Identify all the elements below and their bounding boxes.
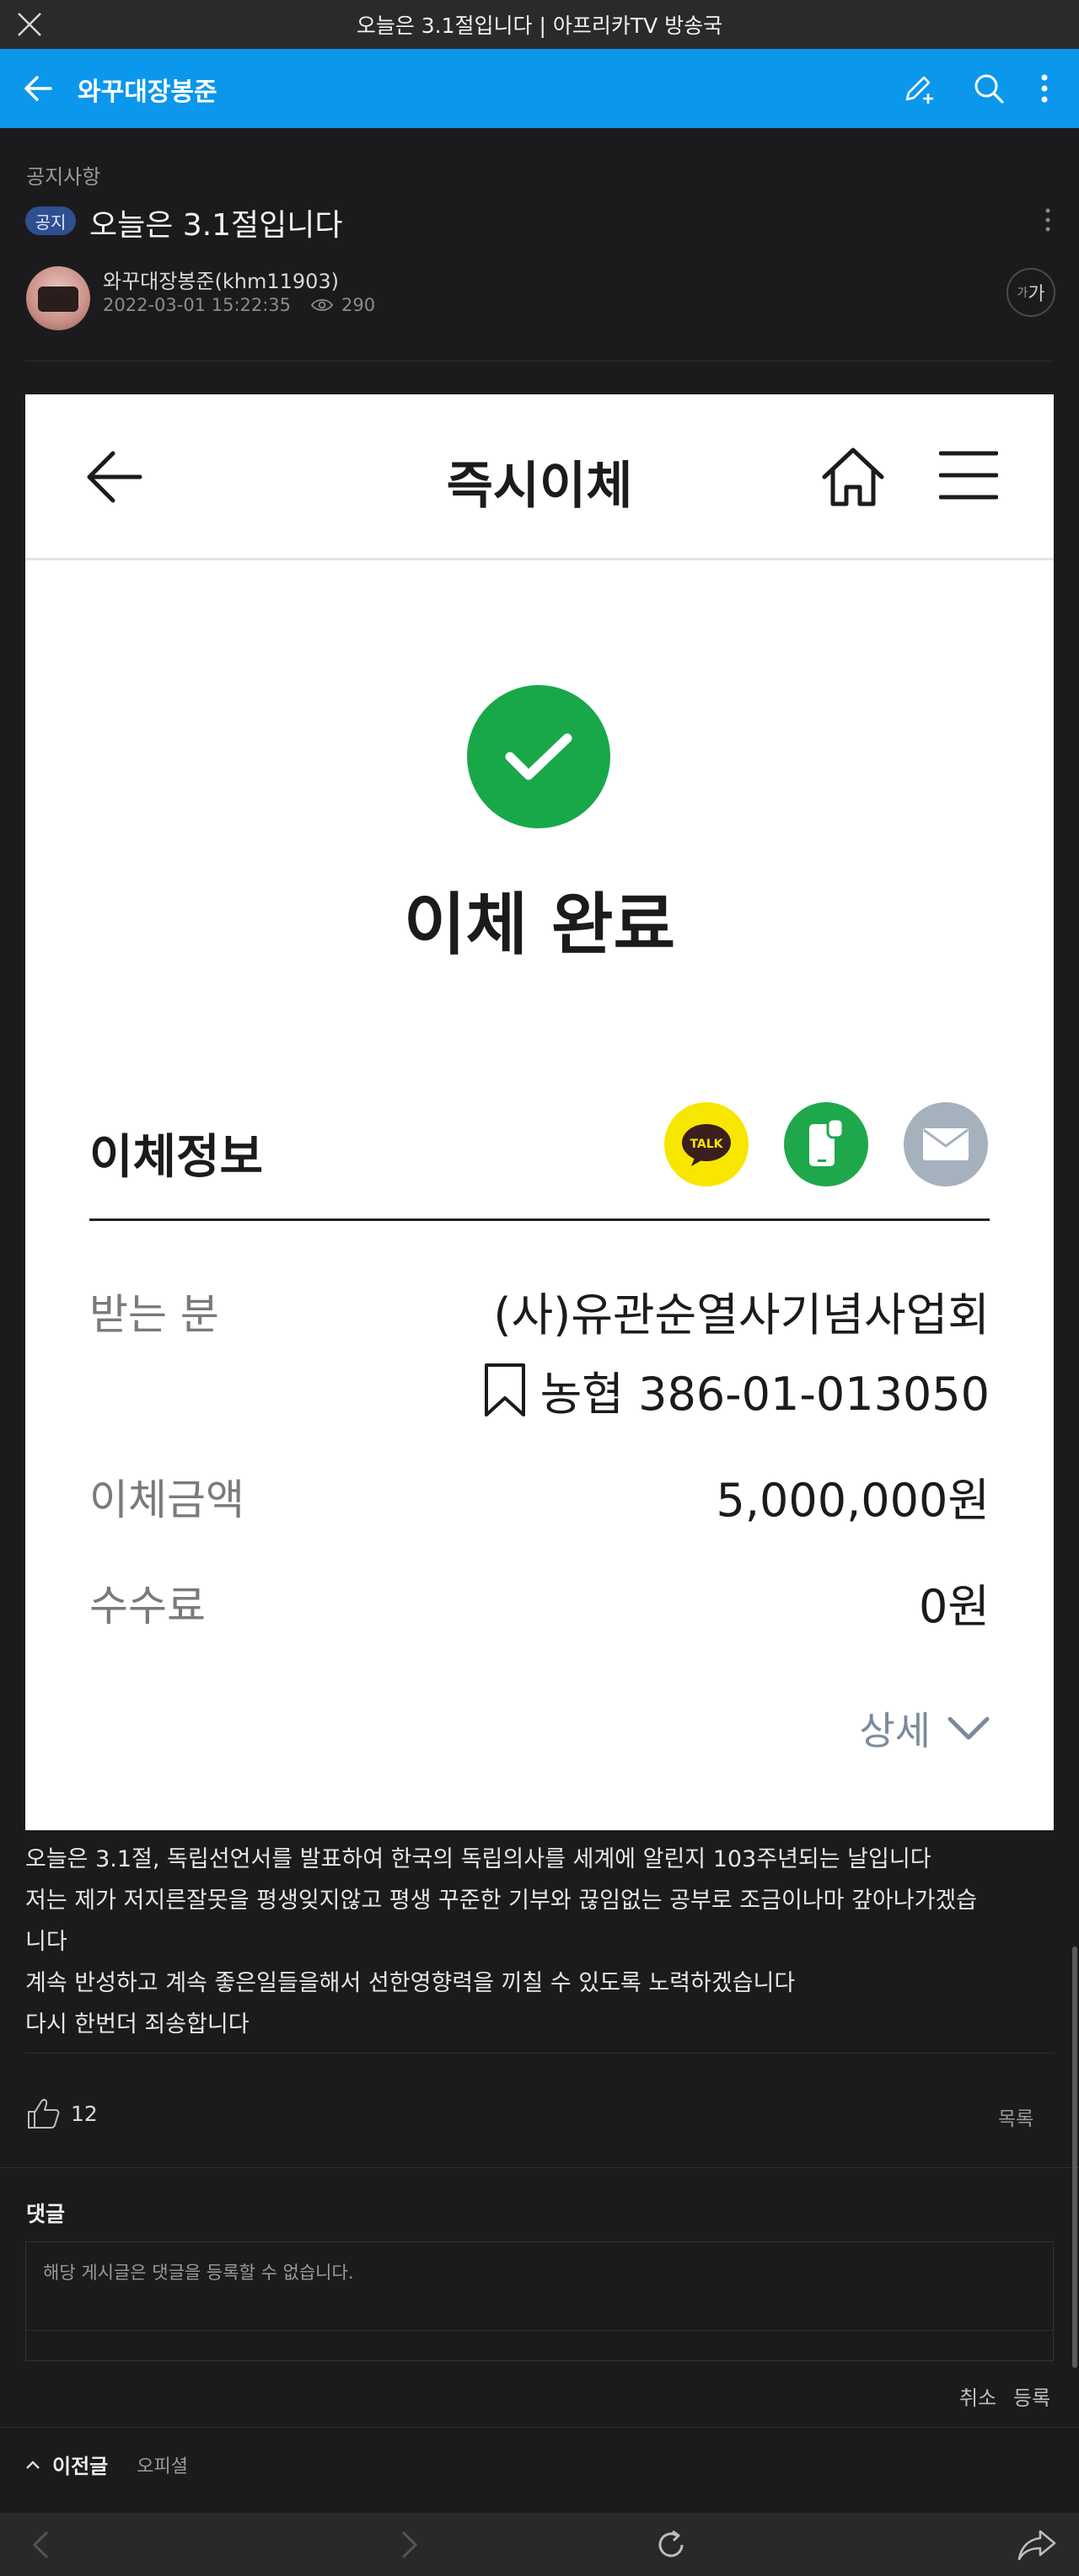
font-size-button[interactable]: 가가 (1007, 268, 1055, 317)
fee-label: 수수료 (89, 1582, 206, 1631)
info-divider (89, 1218, 990, 1221)
recipient-name: (사)유관순열사기념사업회 (493, 1288, 990, 1342)
previous-post-link[interactable]: 이전글 오피셜 (25, 2450, 188, 2479)
notice-badge: 공지 (25, 206, 76, 235)
refresh-icon[interactable] (654, 2528, 688, 2562)
like-button[interactable]: 12 (25, 2097, 98, 2130)
transfer-info-title: 이체정보 (89, 1130, 264, 1185)
transfer-receipt-image: 즉시이체 이체 완료 이체정보 TALK 받는 분 (사)유관순열사기념사업회 … (25, 394, 1054, 1830)
amount-label: 이체금액 (89, 1475, 244, 1524)
bookmark-icon (484, 1363, 525, 1417)
previous-post-label: 이전글 (52, 2455, 109, 2478)
actions-divider (0, 2167, 1079, 2168)
bottom-navbar (0, 2513, 1079, 2576)
view-count: 290 (341, 295, 376, 315)
share-icon[interactable] (1017, 2528, 1057, 2562)
svg-text:TALK: TALK (690, 1138, 723, 1151)
comment-input[interactable]: 해당 게시글은 댓글을 등록할 수 없습니다. (25, 2241, 1054, 2361)
author-avatar[interactable] (26, 266, 90, 330)
comment-cancel-button[interactable]: 취소 (959, 2381, 996, 2411)
app-bar: 와꾸대장봉준 (0, 49, 1079, 128)
comment-box-divider (26, 2330, 1053, 2331)
search-icon[interactable] (971, 71, 1007, 106)
post-datetime: 2022-03-01 15:22:35 (103, 295, 292, 315)
body-divider (25, 2053, 1054, 2054)
previous-post-title: 오피셜 (137, 2456, 188, 2477)
detail-toggle: 상세 (859, 1700, 990, 1756)
chevron-up-icon (26, 2460, 40, 2469)
close-icon[interactable] (15, 10, 44, 39)
post-body-line: 다시 한번더 죄송합니다 (25, 2011, 250, 2038)
mail-icon (904, 1102, 988, 1186)
post-body: 오늘은 3.1절, 독립선언서를 발표하여 한국의 독립의사를 세계에 알린지 … (25, 1839, 1054, 2045)
list-button[interactable]: 목록 (998, 2102, 1033, 2131)
post-body-line: 오늘은 3.1절, 독립선언서를 발표하여 한국의 독립의사를 세계에 알린지 … (25, 1846, 931, 1872)
post-body-line: 계속 반성하고 계속 좋은일들을해서 선한영향력을 끼칠 수 있도록 노력하겠습… (25, 1970, 796, 1996)
like-count: 12 (71, 2101, 98, 2126)
write-pencil-icon[interactable] (900, 71, 936, 106)
author-name[interactable]: 와꾸대장봉준(khm11903) (103, 265, 339, 294)
nav-forward-icon[interactable] (400, 2530, 420, 2560)
scrollbar[interactable] (1072, 1947, 1077, 2368)
amount-value: 5,000,000원 (716, 1474, 990, 1527)
post-body-line: 니다 (25, 1929, 67, 1955)
transfer-status: 이체 완료 (403, 886, 676, 964)
post-meta: 2022-03-01 15:22:35 290 (103, 295, 375, 315)
checkmark-icon (505, 733, 572, 780)
more-vertical-icon[interactable] (1027, 71, 1062, 106)
post-body-line: 저는 제가 저지른잘못을 평생잊지않고 평생 꾸준한 기부와 끊임없는 공부로 … (25, 1888, 978, 1914)
detail-label: 상세 (859, 1708, 931, 1754)
font-size-small-glyph: 가 (1017, 287, 1028, 300)
window-title: 오늘은 3.1절입니다 | 아프리카TV 방송국 (356, 13, 723, 38)
back-arrow-icon[interactable] (22, 72, 54, 104)
views-eye-icon (311, 299, 334, 311)
kakaotalk-icon: TALK (664, 1102, 749, 1186)
comments-title: 댓글 (26, 2202, 66, 2226)
post-title: 오늘은 3.1절입니다 (89, 208, 343, 243)
home-icon (822, 447, 884, 506)
receipt-header: 즉시이체 (25, 394, 1054, 560)
comment-placeholder: 해당 게시글은 댓글을 등록할 수 없습니다. (43, 2263, 354, 2283)
post-more-icon[interactable] (1042, 207, 1054, 233)
recipient-account-row: 농협 386-01-013050 (483, 1357, 990, 1423)
recipient-label: 받는 분 (89, 1290, 219, 1339)
thumbs-up-icon (28, 2098, 60, 2129)
receipt-header-title: 즉시이체 (446, 457, 633, 516)
phone-message-icon (784, 1102, 868, 1186)
chevron-down-icon (947, 1716, 990, 1740)
hamburger-menu-icon (939, 451, 998, 500)
window-titlebar: 오늘은 3.1절입니다 | 아프리카TV 방송국 (0, 0, 1079, 49)
font-size-label: 가 (1028, 284, 1045, 305)
success-badge (467, 685, 610, 828)
comments-divider (0, 2427, 1079, 2428)
fee-value: 0원 (918, 1580, 990, 1633)
board-category[interactable]: 공지사항 (26, 160, 100, 190)
channel-name[interactable]: 와꾸대장봉준 (78, 71, 217, 108)
comment-submit-button[interactable]: 등록 (1013, 2381, 1050, 2411)
nav-back-icon[interactable] (30, 2530, 51, 2560)
recipient-account: 농협 386-01-013050 (540, 1368, 990, 1421)
